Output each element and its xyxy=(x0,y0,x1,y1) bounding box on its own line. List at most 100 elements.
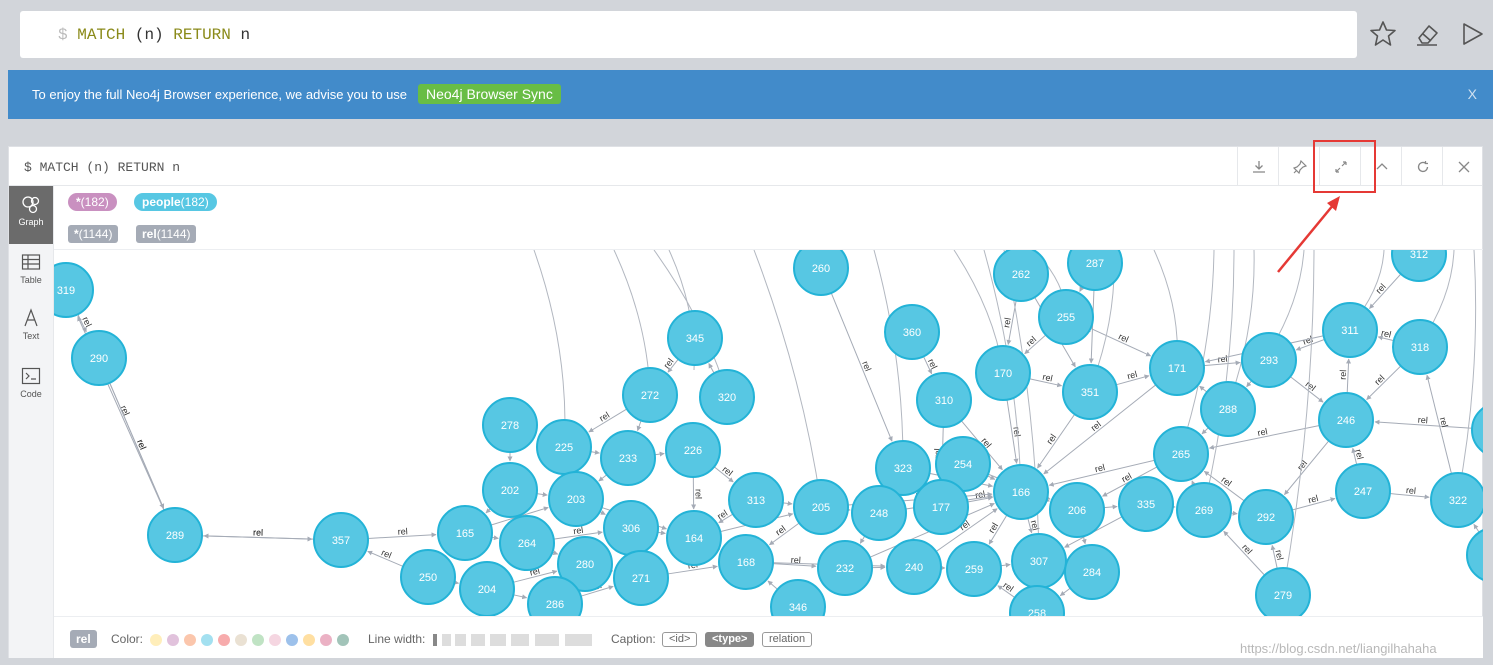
relationship-edge[interactable] xyxy=(533,250,566,423)
play-icon[interactable] xyxy=(1458,20,1486,50)
graph-node[interactable]: 311 xyxy=(1322,302,1378,358)
relationship-edge[interactable] xyxy=(1059,587,1071,597)
graph-node[interactable]: 272 xyxy=(622,367,678,423)
graph-node[interactable]: 246 xyxy=(1318,392,1374,448)
graph-node[interactable]: 250 xyxy=(400,549,456,605)
color-swatch[interactable] xyxy=(269,634,281,646)
graph-node[interactable]: 335 xyxy=(1118,476,1174,532)
relationship-edge[interactable] xyxy=(768,522,800,546)
line-width-option[interactable] xyxy=(433,634,437,646)
relationship-edge[interactable] xyxy=(1473,523,1480,533)
relationship-edge[interactable] xyxy=(588,408,628,433)
color-swatch[interactable] xyxy=(235,634,247,646)
graph-node[interactable]: 264 xyxy=(499,515,555,571)
graph-node[interactable]: 312 xyxy=(1391,250,1447,282)
graph-node[interactable]: 262 xyxy=(993,250,1049,302)
graph-node[interactable]: 345 xyxy=(667,310,723,366)
color-swatch[interactable] xyxy=(286,634,298,646)
graph-node[interactable]: 202 xyxy=(482,462,538,518)
graph-node[interactable]: 171 xyxy=(1149,340,1205,396)
color-swatch[interactable] xyxy=(337,634,349,646)
line-width-option[interactable] xyxy=(565,634,592,646)
relationship-edge[interactable] xyxy=(590,449,600,455)
label-pill-all[interactable]: *(182) xyxy=(68,193,117,211)
graph-node[interactable]: 319 xyxy=(54,262,94,318)
graph-node[interactable]: 205 xyxy=(793,479,849,535)
graph-node[interactable]: 360 xyxy=(884,304,940,360)
graph-node[interactable]: 307 xyxy=(1011,533,1067,589)
graph-node[interactable]: 255 xyxy=(1038,289,1094,345)
graph-node[interactable]: 170 xyxy=(975,345,1031,401)
color-swatch[interactable] xyxy=(201,634,213,646)
graph-node[interactable]: 278 xyxy=(482,397,538,453)
relationship-edge[interactable] xyxy=(654,451,665,457)
graph-node[interactable]: 351 xyxy=(1062,364,1118,420)
browser-sync-button[interactable]: Neo4j Browser Sync xyxy=(418,84,561,104)
graph-node[interactable]: 306 xyxy=(603,500,659,556)
graph-node[interactable]: 284 xyxy=(1064,544,1120,600)
download-button[interactable] xyxy=(1237,147,1278,186)
graph-node[interactable]: 288 xyxy=(1200,381,1256,437)
relationship-edge[interactable] xyxy=(1199,385,1208,393)
graph-node[interactable]: 164 xyxy=(666,510,722,566)
color-swatch[interactable] xyxy=(218,634,230,646)
graph-node[interactable]: 226 xyxy=(665,422,721,478)
graph-node[interactable]: 310 xyxy=(916,372,972,428)
color-swatch[interactable] xyxy=(150,634,162,646)
text-view-tab[interactable]: Text xyxy=(9,300,53,358)
relationship-edge[interactable] xyxy=(1246,380,1253,388)
relationship-edge[interactable] xyxy=(1203,250,1235,508)
graph-node[interactable]: 247 xyxy=(1335,463,1391,519)
graph-node[interactable]: 322 xyxy=(1430,472,1483,528)
relationship-edge[interactable] xyxy=(1369,273,1402,309)
graph-node[interactable]: 290 xyxy=(71,330,127,386)
relationship-edge[interactable] xyxy=(859,535,866,544)
caption-option-type[interactable]: <type> xyxy=(705,632,755,647)
graph-node[interactable]: 166 xyxy=(993,464,1049,520)
relationship-edge[interactable] xyxy=(708,363,715,374)
line-width-option[interactable] xyxy=(511,634,529,646)
graph-node[interactable]: 260 xyxy=(793,250,849,296)
line-width-option[interactable] xyxy=(490,634,506,646)
graph-node[interactable]: 289 xyxy=(147,507,203,563)
color-swatch[interactable] xyxy=(167,634,179,646)
graph-node[interactable]: 177 xyxy=(913,479,969,535)
graph-node[interactable]: 240 xyxy=(886,539,942,595)
graph-canvas[interactable]: rel rel rel rel rel rel rel rel rel rel rel rel rel r… xyxy=(54,250,1483,616)
color-swatch[interactable] xyxy=(252,634,264,646)
relationship-edge[interactable] xyxy=(1457,250,1477,498)
graph-node[interactable]: 168 xyxy=(718,534,774,590)
relationship-edge[interactable] xyxy=(513,594,528,600)
graph-node[interactable]: 320 xyxy=(699,369,755,425)
relationship-edge[interactable] xyxy=(491,535,499,541)
relationship-edge[interactable] xyxy=(1201,427,1209,435)
relationship-edge[interactable] xyxy=(782,500,793,506)
graph-node[interactable]: 31 xyxy=(1471,403,1483,457)
graph-node-circle[interactable] xyxy=(1466,528,1483,582)
graph-node[interactable]: 271 xyxy=(613,550,669,606)
rel-tag-all[interactable]: *(1144) xyxy=(68,225,119,243)
color-swatch[interactable] xyxy=(320,634,332,646)
graph-svg[interactable]: relrelrelrel relrelrelrelrelrelrelrelrelr… xyxy=(54,250,1483,616)
graph-node[interactable]: 203 xyxy=(548,471,604,527)
rel-tag-rel[interactable]: rel(1144) xyxy=(136,225,197,243)
frame-title[interactable]: $ MATCH (n) RETURN n xyxy=(24,160,180,175)
caption-option-id[interactable]: <id> xyxy=(662,632,698,647)
banner-close-button[interactable]: X xyxy=(1468,86,1477,102)
graph-node[interactable]: 248 xyxy=(851,485,907,541)
graph-node[interactable]: 2 xyxy=(1466,528,1483,582)
graph-node[interactable]: 265 xyxy=(1153,426,1209,482)
relationship-edge[interactable] xyxy=(109,382,165,509)
eraser-icon[interactable] xyxy=(1413,20,1441,50)
relationship-edge[interactable] xyxy=(1103,504,1118,510)
statusbar-rel-tag[interactable]: rel xyxy=(70,630,97,648)
line-width-option[interactable] xyxy=(535,634,559,646)
graph-node[interactable]: 206 xyxy=(1049,482,1105,538)
relationship-edge[interactable] xyxy=(1282,250,1315,593)
relationship-edge[interactable] xyxy=(598,474,608,482)
caption-option-relation[interactable]: relation xyxy=(762,632,813,647)
close-frame-button[interactable] xyxy=(1442,147,1483,186)
graph-node[interactable]: 259 xyxy=(946,541,1002,597)
label-pill-people[interactable]: people(182) xyxy=(134,193,217,211)
table-view-tab[interactable]: Table xyxy=(9,244,53,302)
